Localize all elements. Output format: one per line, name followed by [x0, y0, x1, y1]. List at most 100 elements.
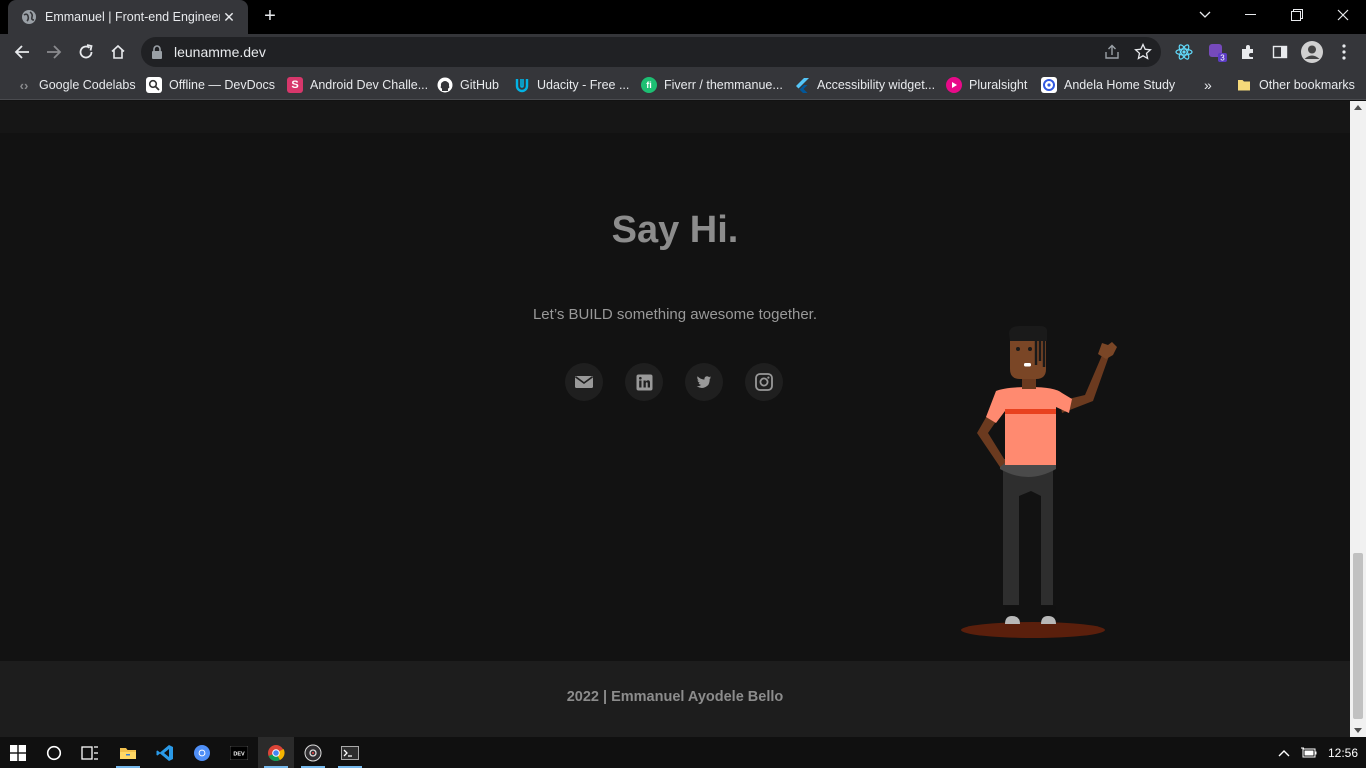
- bookmark-accessibility[interactable]: Accessibility widget...: [794, 75, 935, 95]
- bookmark-fiverr[interactable]: fi Fiverr / themmanue...: [641, 75, 783, 95]
- cortana-button[interactable]: [36, 737, 72, 768]
- right-shoe: [1041, 616, 1056, 624]
- forward-button[interactable]: [40, 38, 68, 66]
- taskbar-obs[interactable]: [295, 737, 331, 768]
- redux-icon: 3: [1209, 44, 1227, 63]
- reload-button[interactable]: [72, 38, 100, 66]
- linkedin-link[interactable]: [625, 363, 663, 401]
- twitter-link[interactable]: [685, 363, 723, 401]
- taskbar-chrome[interactable]: [258, 737, 294, 768]
- scroll-up-arrow[interactable]: [1354, 105, 1362, 110]
- taskbar-terminal[interactable]: [332, 737, 368, 768]
- address-bar[interactable]: leunamme.dev: [141, 37, 1161, 67]
- page-scrollbar[interactable]: [1350, 101, 1366, 737]
- home-icon: [111, 44, 125, 59]
- tab-search-icon[interactable]: [1182, 0, 1228, 30]
- copyright-text: 2022 | Emmanuel Ayodele Bello: [566, 689, 784, 705]
- scroll-down-arrow[interactable]: [1354, 728, 1362, 733]
- redux-extension[interactable]: 3: [1203, 38, 1231, 66]
- ground-shadow: [961, 622, 1105, 638]
- react-icon: [1175, 44, 1193, 60]
- minimize-button[interactable]: [1228, 0, 1274, 30]
- instagram-icon: [755, 373, 773, 391]
- browser-tab[interactable]: Emmanuel | Front-end Engineer ✕: [8, 0, 248, 34]
- extensions-button[interactable]: [1234, 38, 1262, 66]
- arrow-right-icon: [47, 45, 62, 59]
- left-eye: [1016, 347, 1020, 351]
- obs-icon: [304, 744, 322, 761]
- url-text[interactable]: leunamme.dev: [174, 44, 266, 60]
- chevron-up-icon: [1278, 749, 1290, 756]
- clock-time: 12:56: [1328, 745, 1359, 760]
- flutter-icon: [794, 77, 810, 93]
- bookmark-pluralsight[interactable]: Pluralsight: [946, 75, 1027, 95]
- bookmark-andela[interactable]: Andela Home Study: [1041, 75, 1175, 95]
- bookmarks-overflow-button[interactable]: »: [1204, 75, 1212, 95]
- udacity-icon: [514, 77, 530, 93]
- new-tab-button[interactable]: +: [259, 6, 281, 28]
- bookmark-label: Udacity - Free ...: [537, 78, 630, 92]
- bookmark-github[interactable]: GitHub: [437, 75, 499, 95]
- shirt-stripe: [1005, 409, 1056, 414]
- scrollbar-thumb[interactable]: [1353, 553, 1363, 719]
- bookmark-android-dev[interactable]: S Android Dev Challe...: [287, 75, 428, 95]
- side-panel-icon: [1272, 45, 1288, 59]
- bookmark-label: Android Dev Challe...: [310, 78, 429, 92]
- right-sock: [1041, 606, 1056, 616]
- profile-avatar[interactable]: [1298, 38, 1326, 66]
- start-button[interactable]: [0, 737, 36, 768]
- dev-icon: DEV: [230, 745, 248, 760]
- bookmark-star-icon[interactable]: [1134, 43, 1152, 61]
- terminal-icon: [341, 745, 359, 760]
- email-link[interactable]: [565, 363, 603, 401]
- page-section-divider: [0, 101, 1350, 133]
- close-tab-icon[interactable]: ✕: [220, 9, 238, 26]
- waving-hand: [1098, 342, 1117, 359]
- side-panel-button[interactable]: [1266, 38, 1294, 66]
- instagram-link[interactable]: [745, 363, 783, 401]
- contact-tagline: Let’s BUILD something awesome together.: [532, 306, 818, 323]
- android-dev-icon: S: [287, 77, 303, 93]
- task-view-button[interactable]: [72, 737, 108, 768]
- share-icon[interactable]: [1103, 43, 1121, 61]
- folder-icon: [1236, 77, 1252, 93]
- restore-button[interactable]: [1274, 0, 1320, 30]
- tab-title: Emmanuel | Front-end Engineer: [45, 10, 220, 24]
- bookmark-label: GitHub: [460, 78, 499, 92]
- chrome-menu-button[interactable]: [1330, 38, 1358, 66]
- battery-indicator[interactable]: [1301, 737, 1317, 768]
- svg-text:DEV: DEV: [233, 751, 245, 757]
- taskbar-chromium[interactable]: [184, 737, 220, 768]
- chrome-icon: [268, 744, 285, 761]
- react-devtools-extension[interactable]: [1170, 38, 1198, 66]
- show-hidden-icons-button[interactable]: [1278, 737, 1290, 768]
- bookmark-label: Google Codelabs: [39, 78, 136, 92]
- twitter-icon: [696, 375, 712, 388]
- codelabs-icon: ‹›: [19, 77, 29, 93]
- avatar-icon: [1301, 41, 1323, 63]
- close-window-button[interactable]: [1320, 0, 1366, 30]
- taskbar-vscode[interactable]: [147, 737, 183, 768]
- taskbar-dev-app[interactable]: DEV: [221, 737, 257, 768]
- lock-icon[interactable]: [151, 45, 163, 59]
- bookmark-label: Offline — DevDocs: [169, 78, 276, 92]
- bookmark-label: Pluralsight: [969, 78, 1028, 92]
- bookmark-devdocs[interactable]: Offline — DevDocs: [146, 75, 275, 95]
- bookmark-udacity[interactable]: Udacity - Free ...: [514, 75, 629, 95]
- bookmark-label: Fiverr / themmanue...: [664, 78, 783, 92]
- web-page: Say Hi. Let’s BUILD something awesome to…: [0, 101, 1350, 737]
- home-button[interactable]: [104, 38, 132, 66]
- extension-badge: 3: [1220, 54, 1225, 63]
- left-sock: [1005, 606, 1020, 616]
- taskbar-file-explorer[interactable]: [110, 737, 146, 768]
- pluralsight-icon: [946, 77, 962, 93]
- tab-strip: Emmanuel | Front-end Engineer ✕ +: [0, 0, 1366, 34]
- andela-icon: [1041, 77, 1057, 93]
- other-bookmarks-folder[interactable]: Other bookmarks: [1236, 75, 1355, 95]
- right-eye: [1028, 347, 1032, 351]
- windows-taskbar: DEV 12:56: [0, 737, 1366, 768]
- bookmark-google-codelabs[interactable]: ‹› Google Codelabs: [16, 75, 136, 95]
- fiverr-icon: fi: [641, 77, 657, 93]
- back-button[interactable]: [8, 38, 36, 66]
- clock[interactable]: 12:56: [1328, 737, 1358, 768]
